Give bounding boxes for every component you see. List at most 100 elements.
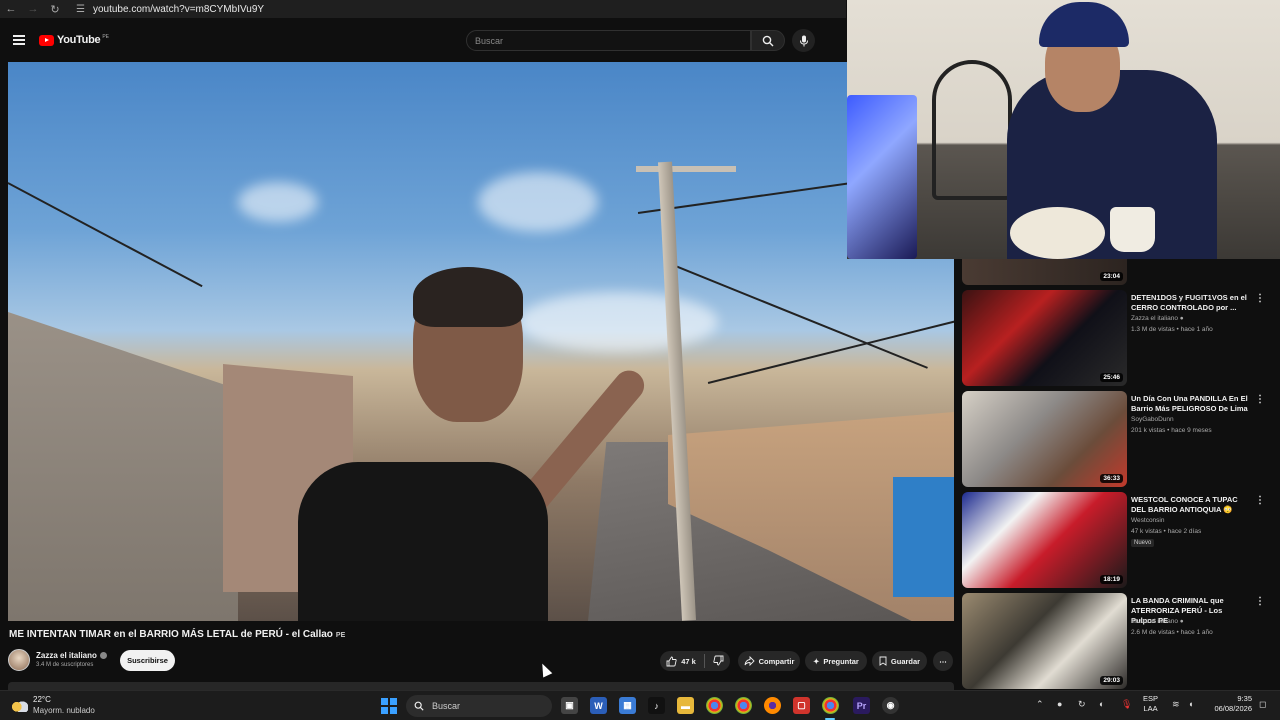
rooftop-wall [8,312,238,621]
description-box[interactable] [8,682,954,690]
coffee-cup [1110,207,1155,252]
search-button[interactable] [751,30,785,51]
thumbs-down-icon [713,655,724,665]
youtube-header: YouTube PE Buscar [0,18,846,62]
search-icon [414,701,424,711]
channel-avatar[interactable] [8,649,30,671]
tiktok-icon[interactable]: ♪ [648,697,665,714]
rec-thumbnail[interactable]: 36:33 [962,391,1127,487]
rec-duration: 25:46 [1100,373,1123,382]
volume-icon[interactable]: ◖ [1188,699,1193,709]
weather-cloudy-icon[interactable] [12,699,28,712]
forward-arrow-icon[interactable]: → [22,3,44,15]
verified-icon [99,652,107,660]
pole-crossarm [636,166,736,172]
voice-search-button[interactable] [792,29,815,52]
taskbar-search-label: Buscar [432,701,461,711]
youtube-logo[interactable]: YouTube PE [39,34,109,46]
ask-button[interactable]: ✦ Preguntar [805,651,867,671]
save-label: Guardar [890,656,921,666]
back-arrow-icon[interactable]: ← [0,3,22,15]
more-vertical-icon[interactable]: ⋮ [1255,495,1265,506]
site-info-icon[interactable]: ☰ [76,4,85,15]
more-horizontal-icon: ⋯ [939,656,947,666]
chrome-active-icon[interactable] [822,697,839,714]
weather-temperature[interactable]: 22°C [33,695,51,704]
rec-thumbnail[interactable]: 29:03 [962,593,1127,689]
rec-title[interactable]: Un Día Con Una PANDILLA En El Barrio Más… [1131,394,1249,414]
rec-title[interactable]: DETEN1DOS y FUGIT1VOS en el CERRO CONTRO… [1131,293,1249,313]
windows-taskbar: 22°C Mayorm. nublado Buscar ▣ W ▦ ♪ ▬ ▢ … [0,690,1280,720]
verified-icon: ● [1179,315,1184,322]
video-player[interactable] [8,62,954,621]
rec-duration: 18:19 [1100,575,1123,584]
rec-title[interactable]: WESTCOL CONOCE A TUPAC DEL BARRIO ANTIOQ… [1131,495,1249,515]
store-icon[interactable]: ▦ [619,697,636,714]
channel-name[interactable]: Zazza el italiano [36,651,107,660]
rec-channel[interactable]: Westconsin [1131,517,1164,524]
clock-date: 06/08/2026 [1214,704,1252,713]
microphone-icon[interactable]: 🎙 [1121,699,1132,710]
more-vertical-icon[interactable]: ⋮ [1255,293,1265,304]
webcam-overlay [847,0,1280,259]
premiere-icon[interactable]: Pr [853,697,870,714]
chevron-up-icon[interactable]: ⌃ [1036,699,1044,710]
verified-icon: ● [1179,618,1184,625]
rec-item[interactable]: 29:03 LA BANDA CRIMINAL que ATERRORIZA P… [962,593,1280,689]
share-button[interactable]: Compartir [738,651,800,671]
rec-thumbnail[interactable]: 25:46 [962,290,1127,386]
tray-app-icon[interactable]: ◐ [1099,699,1104,709]
chrome-icon[interactable] [735,697,752,714]
tray-app-icon[interactable]: ● [1057,699,1062,709]
video-title: ME INTENTAN TIMAR en el BARRIO MÁS LETAL… [9,629,345,640]
like-button[interactable]: 47 k [666,656,696,667]
ask-label: Preguntar [823,656,859,666]
task-view-icon[interactable]: ▣ [561,697,578,714]
browser-address-bar: ← → ↻ ☰ youtube.com/watch?v=m8CYMbIVu9Y [0,0,846,18]
more-actions-button[interactable]: ⋯ [933,651,953,671]
url-text[interactable]: youtube.com/watch?v=m8CYMbIVu9Y [93,4,264,15]
monitor-screen [847,95,917,259]
subscriber-count: 3.4 M de suscriptores [36,662,94,668]
hamburger-menu-icon[interactable] [13,35,25,45]
windows-start-icon[interactable] [381,698,397,714]
notification-bell-icon[interactable]: ◻ [1259,699,1266,710]
rec-duration: 23:04 [1100,272,1123,281]
rec-channel[interactable]: SoyGaboDunn [1131,416,1174,423]
video-title-text: ME INTENTAN TIMAR en el BARRIO MÁS LETAL… [9,629,333,640]
rec-item[interactable]: 36:33 Un Día Con Una PANDILLA En El Barr… [962,391,1280,487]
save-button[interactable]: Guardar [872,651,927,671]
language-indicator[interactable]: ESP LAA [1143,694,1158,714]
power-line [8,182,203,287]
rec-thumbnail-partial[interactable]: 23:04 [962,259,1127,285]
rec-item[interactable]: 25:46 DETEN1DOS y FUGIT1VOS en el CERRO … [962,290,1280,386]
dislike-button[interactable] [713,655,724,668]
microphone-icon [799,35,808,46]
more-vertical-icon[interactable]: ⋮ [1255,394,1265,405]
subscribe-button[interactable]: Suscribirse [120,650,175,671]
file-explorer-icon[interactable]: ▬ [677,697,694,714]
tray-sync-icon[interactable]: ↻ [1078,699,1086,710]
more-vertical-icon[interactable]: ⋮ [1255,596,1265,607]
chrome-icon[interactable] [706,697,723,714]
search-input[interactable]: Buscar [466,30,751,51]
presenter-body [298,462,548,621]
share-icon [744,656,755,666]
rec-channel-text: Zazza el italiano [1131,618,1178,625]
reload-icon[interactable]: ↻ [44,3,66,16]
firefox-icon[interactable] [764,697,781,714]
wifi-icon[interactable]: ≋ [1172,699,1180,710]
video-title-badge: PE [335,632,346,639]
system-clock[interactable]: 9:35 06/08/2026 [1207,694,1252,714]
rec-thumbnail[interactable]: 18:19 [962,492,1127,588]
rec-channel[interactable]: Zazza el italiano ● [1131,618,1184,625]
obs-icon[interactable]: ◉ [882,697,899,714]
rec-channel[interactable]: Zazza el italiano ● [1131,315,1184,322]
weather-description[interactable]: Mayorm. nublado [33,706,95,715]
word-icon[interactable]: W [590,697,607,714]
taskbar-search[interactable]: Buscar [406,695,552,717]
sparkle-icon: ✦ [813,656,820,666]
mouse-cursor [537,661,553,678]
capcut-icon[interactable]: ▢ [793,697,810,714]
rec-item[interactable]: 18:19 WESTCOL CONOCE A TUPAC DEL BARRIO … [962,492,1280,588]
